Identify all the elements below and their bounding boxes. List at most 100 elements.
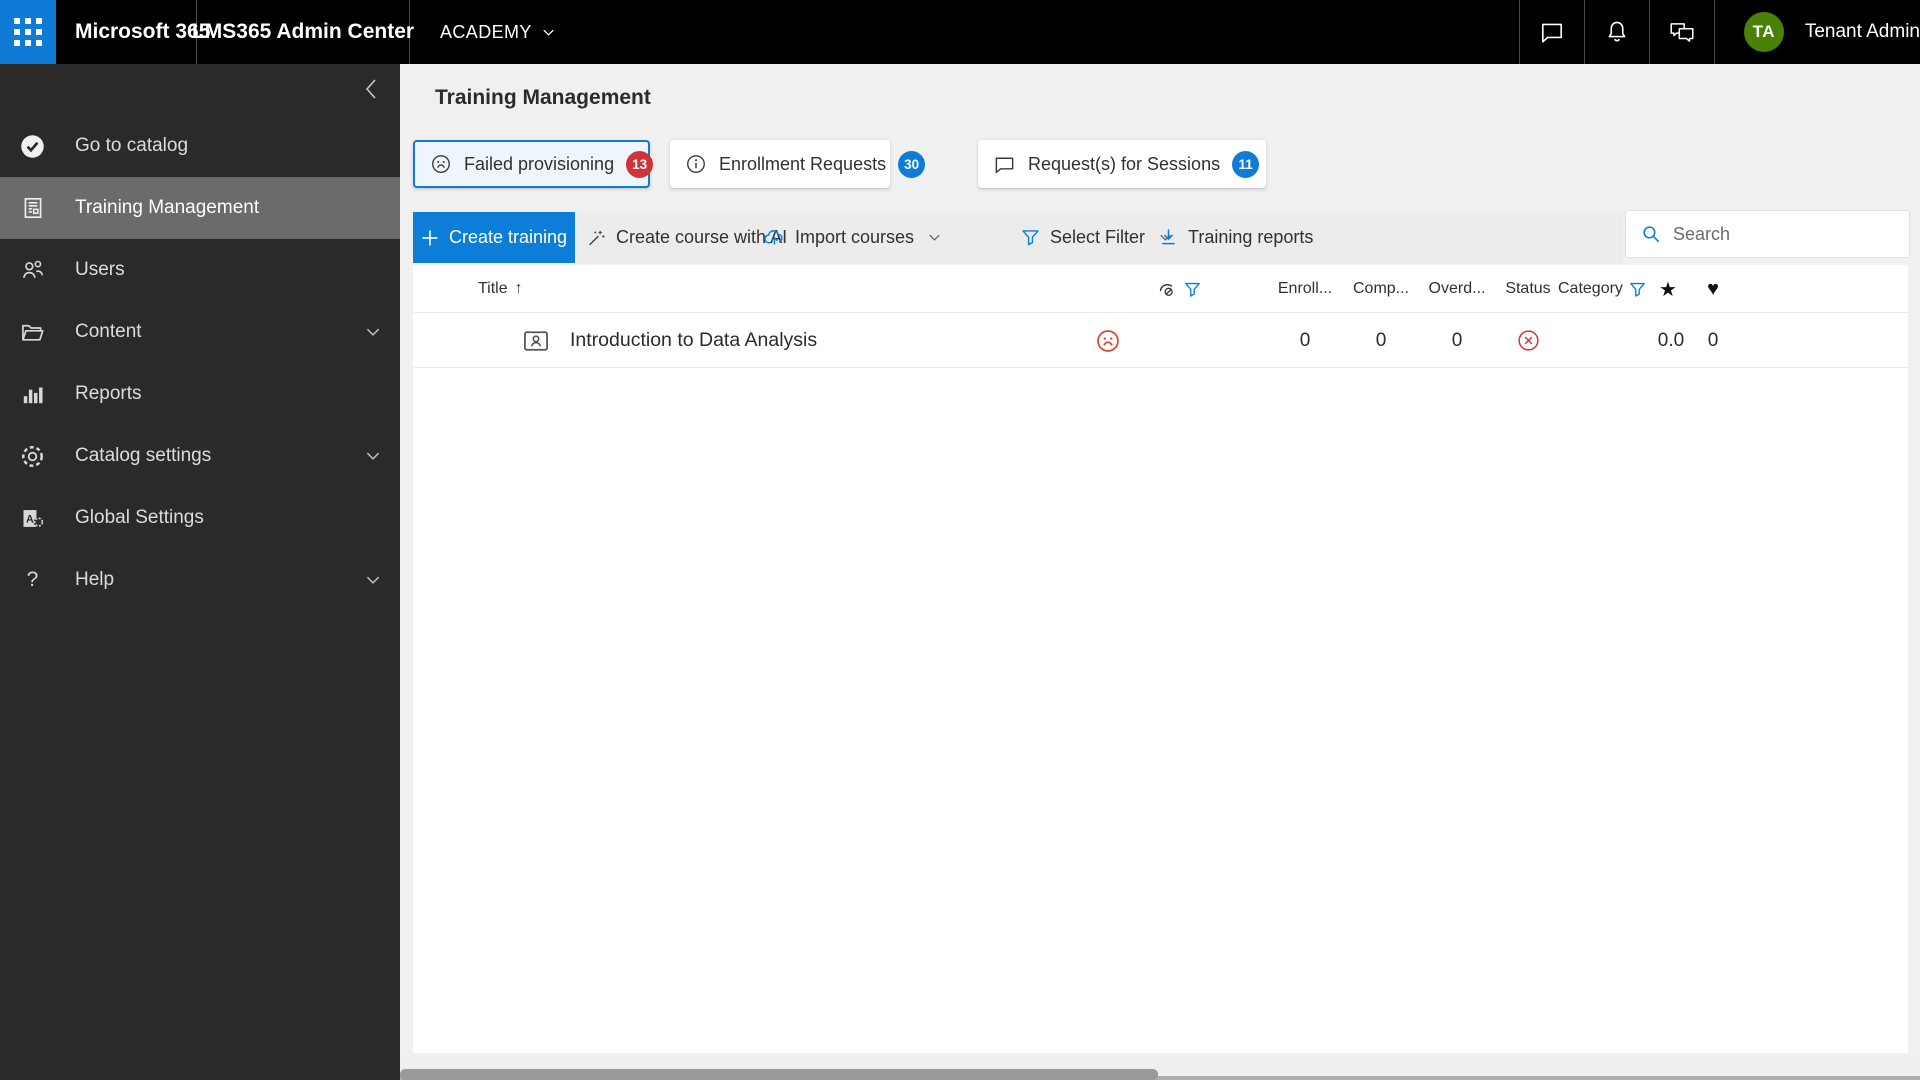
waffle-icon [13, 17, 43, 47]
chevron-down-icon [364, 571, 382, 589]
column-header-rating[interactable]: ★ [1648, 265, 1688, 313]
tenant-name: ACADEMY [440, 21, 532, 42]
create-training-button[interactable]: Create training [413, 212, 575, 263]
tab-failed-provisioning[interactable]: Failed provisioning 13 [413, 140, 654, 188]
column-header-category[interactable]: Category [1558, 265, 1650, 313]
import-courses-button[interactable]: Import courses [763, 212, 942, 263]
page-title: Training Management [435, 86, 651, 109]
column-header-likes[interactable]: ♥ [1693, 265, 1733, 313]
filter-funnel-icon [1020, 227, 1041, 248]
filter-funnel-icon[interactable] [1183, 280, 1202, 299]
chat-button[interactable] [1520, 0, 1585, 64]
sidebar-item-help[interactable]: ? Help [0, 549, 400, 611]
tab-label: Request(s) for Sessions [1028, 153, 1221, 174]
users-icon [19, 257, 46, 284]
account-menu[interactable]: TA Tenant Admin [1715, 0, 1920, 64]
training-reports-button[interactable]: Training reports [1158, 212, 1313, 263]
select-filter-button[interactable]: Select Filter [1020, 212, 1173, 263]
sidebar-item-label: Catalog settings [75, 445, 212, 466]
sidebar-item-label: Reports [75, 383, 142, 404]
svg-text:A: A [26, 513, 34, 525]
create-course-ai-button[interactable]: Create course with AI [585, 212, 787, 263]
tab-enrollment-requests[interactable]: Enrollment Requests 30 [670, 140, 926, 188]
sort-ascending-icon: ↑ [514, 280, 523, 297]
training-reports-label: Training reports [1188, 227, 1314, 247]
bell-icon [1604, 19, 1630, 45]
bar-chart-icon [19, 381, 46, 408]
chevron-down-icon [364, 323, 382, 341]
import-courses-label: Import courses [795, 227, 915, 247]
speech-bubble-icon [993, 153, 1016, 176]
status-error-icon [1491, 313, 1565, 368]
sidebar-nav: Go to catalog Training Management Users … [0, 115, 400, 611]
title-header-label: Title [478, 280, 508, 297]
sessions-count-badge: 11 [1232, 150, 1260, 178]
sidebar-item-label: Training Management [75, 197, 260, 218]
sidebar-item-label: Global Settings [75, 507, 204, 528]
circle-check-icon [19, 133, 46, 160]
brand-microsoft-365[interactable]: Microsoft 365 [56, 0, 210, 64]
category-header-label: Category [1558, 280, 1623, 297]
app-title: LMS365 Admin Center [192, 0, 414, 64]
star-icon: ★ [1659, 278, 1677, 301]
table-header: Title ↑ Enroll... Comp... Overd... Statu… [413, 265, 1908, 313]
plus-icon [421, 229, 439, 247]
rating-value: 0.0 [1657, 329, 1685, 351]
chevron-down-icon [364, 447, 382, 465]
sad-face-icon [430, 153, 452, 175]
avatar: TA [1743, 12, 1784, 52]
sidebar-item-reports[interactable]: Reports [0, 363, 400, 425]
sidebar-item-content[interactable]: Content [0, 301, 400, 363]
sidebar-item-catalog-settings[interactable]: Catalog settings [0, 425, 400, 487]
app-launcher-button[interactable] [0, 0, 56, 64]
sidebar-item-training-management[interactable]: Training Management [0, 177, 400, 239]
table-row[interactable]: Introduction to Data Analysis 0 0 0 0.0 … [413, 313, 1908, 368]
sidebar-item-label: Help [75, 569, 115, 590]
cloud-upload-icon [763, 226, 786, 249]
admin-settings-icon: A [19, 505, 46, 532]
column-header-overdue[interactable]: Overd... [1412, 265, 1502, 313]
chevron-down-icon [541, 25, 556, 40]
select-filter-label: Select Filter [1050, 227, 1146, 247]
training-title-link[interactable]: Introduction to Data Analysis [570, 313, 817, 368]
provision-status-icon [1154, 277, 1178, 301]
magic-wand-icon [585, 227, 607, 249]
topbar-spacer [584, 0, 1520, 64]
filter-funnel-icon[interactable] [1628, 280, 1647, 299]
tab-label: Failed provisioning [464, 153, 615, 174]
horizontal-scrollbar[interactable] [400, 1053, 1920, 1080]
chat-icon [1539, 19, 1565, 45]
training-type-icon [521, 313, 551, 368]
user-name: Tenant Admin [1804, 21, 1920, 42]
sidebar-item-users[interactable]: Users [0, 239, 400, 301]
toolbar: Create training Create course with AI Im… [413, 212, 1623, 263]
tenant-switcher[interactable]: ACADEMY [410, 0, 584, 64]
sidebar-item-global-settings[interactable]: A Global Settings [0, 487, 400, 549]
notifications-button[interactable] [1585, 0, 1650, 64]
create-course-ai-label: Create course with AI [616, 227, 788, 247]
feedback-icon [1668, 19, 1696, 45]
top-bar: Microsoft 365 LMS365 Admin Center ACADEM… [0, 0, 1920, 64]
column-header-provision-status[interactable] [1154, 265, 1202, 313]
failed-provisioning-icon [1094, 313, 1122, 368]
heart-icon: ♥ [1707, 277, 1719, 300]
failed-count-badge: 13 [626, 150, 654, 178]
search-input[interactable] [1673, 223, 1905, 245]
create-training-label: Create training [448, 227, 568, 247]
feedback-button[interactable] [1650, 0, 1715, 64]
gear-icon [19, 443, 46, 470]
column-header-title[interactable]: Title ↑ [478, 265, 523, 313]
horizontal-scrollbar-thumb[interactable] [400, 1069, 1158, 1080]
column-header-status[interactable]: Status [1491, 265, 1565, 313]
main-content: Training Management Failed provisioning … [400, 64, 1920, 1080]
sidebar-item-label: Go to catalog [75, 135, 189, 156]
folder-icon [19, 319, 46, 346]
likes-value: 0 [1707, 329, 1719, 351]
vertical-scrollbar[interactable] [1908, 265, 1920, 1053]
sidebar-item-go-to-catalog[interactable]: Go to catalog [0, 115, 400, 177]
info-icon [685, 153, 707, 175]
download-icon [1158, 227, 1179, 248]
sidebar-item-label: Users [75, 259, 125, 280]
sidebar-collapse-button[interactable] [358, 76, 384, 102]
tab-session-requests[interactable]: Request(s) for Sessions 11 [978, 140, 1266, 188]
